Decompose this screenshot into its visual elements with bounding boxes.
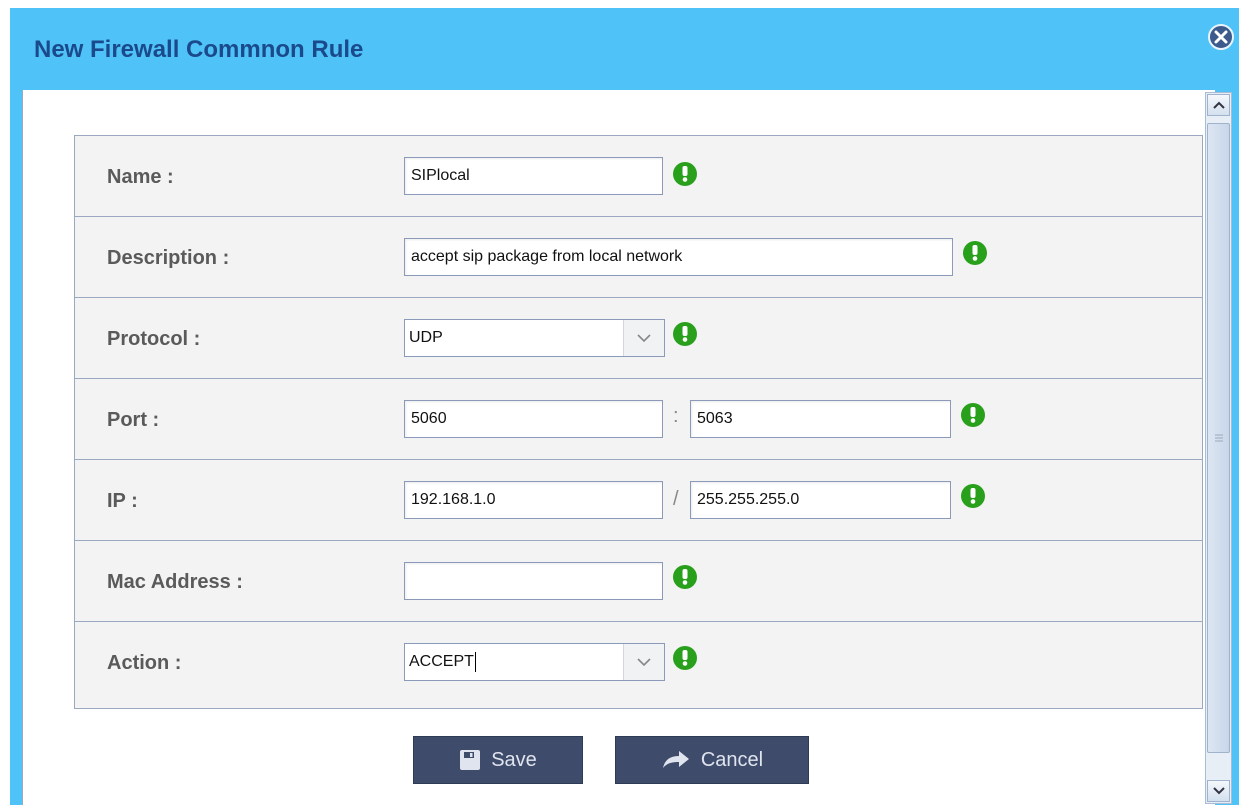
form-row-port: Port : 5060 : 5063 [75,379,1202,460]
exclamation-circle-icon [961,484,985,508]
action-select[interactable]: ACCEPT [404,643,665,681]
protocol-selected-value: UDP [409,329,443,346]
port-separator: : [673,405,679,427]
save-button[interactable]: Save [413,736,583,784]
form-row-action: Action : ACCEPT [75,622,1202,707]
cancel-button-label: Cancel [700,748,764,771]
chevron-down-icon [1212,787,1225,795]
exclamation-circle-icon [673,322,697,346]
cancel-button[interactable]: Cancel [615,736,809,784]
chevron-down-icon[interactable] [623,644,664,680]
ip-label: IP : [107,490,138,512]
form-table: Name : SIPlocal Description : accept sip… [74,135,1203,709]
scrollbar-thumb[interactable] [1207,123,1230,753]
floppy-disk-icon [460,750,481,770]
close-icon [1214,30,1228,44]
mac-address-label: Mac Address : [107,571,243,593]
scroll-up-button[interactable] [1207,94,1230,116]
exclamation-circle-icon [673,162,697,186]
name-input[interactable]: SIPlocal [404,157,663,195]
scroll-down-button[interactable] [1207,780,1230,802]
form-row-description: Description : accept sip package from lo… [75,217,1202,298]
form-row-mac: Mac Address : [75,541,1202,622]
firewall-rule-dialog: New Firewall Commnon Rule Name : SIPloca… [10,8,1239,805]
ip-address-input[interactable]: 192.168.1.0 [404,481,663,519]
port-start-input[interactable]: 5060 [404,400,663,438]
exclamation-circle-icon [961,403,985,427]
exclamation-circle-icon [963,241,987,265]
ip-separator: / [673,488,679,510]
chevron-down-icon[interactable] [623,320,664,356]
exclamation-circle-icon [673,646,697,670]
protocol-label: Protocol : [107,328,201,350]
dialog-title: New Firewall Commnon Rule [34,36,364,63]
port-end-input[interactable]: 5063 [690,400,951,438]
name-label: Name : [107,166,174,188]
close-button[interactable] [1208,24,1234,50]
port-label: Port : [107,409,160,431]
chevron-up-icon [1212,101,1225,109]
description-label: Description : [107,247,230,269]
ip-mask-input[interactable]: 255.255.255.0 [690,481,951,519]
vertical-scrollbar[interactable] [1205,92,1232,804]
description-input[interactable]: accept sip package from local network [404,238,953,276]
form-row-protocol: Protocol : UDP [75,298,1202,379]
form-row-ip: IP : 192.168.1.0 / 255.255.255.0 [75,460,1202,541]
action-label: Action : [107,652,182,674]
forward-arrow-icon [662,751,689,768]
exclamation-circle-icon [673,565,697,589]
text-cursor [474,652,476,672]
grip-icon [1214,434,1223,442]
form-row-name: Name : SIPlocal [75,136,1202,217]
save-button-label: Save [491,748,537,771]
mac-address-input[interactable] [404,562,663,600]
action-selected-value: ACCEPT [409,652,476,672]
dialog-content: Name : SIPlocal Description : accept sip… [22,90,1215,805]
protocol-select[interactable]: UDP [404,319,665,357]
